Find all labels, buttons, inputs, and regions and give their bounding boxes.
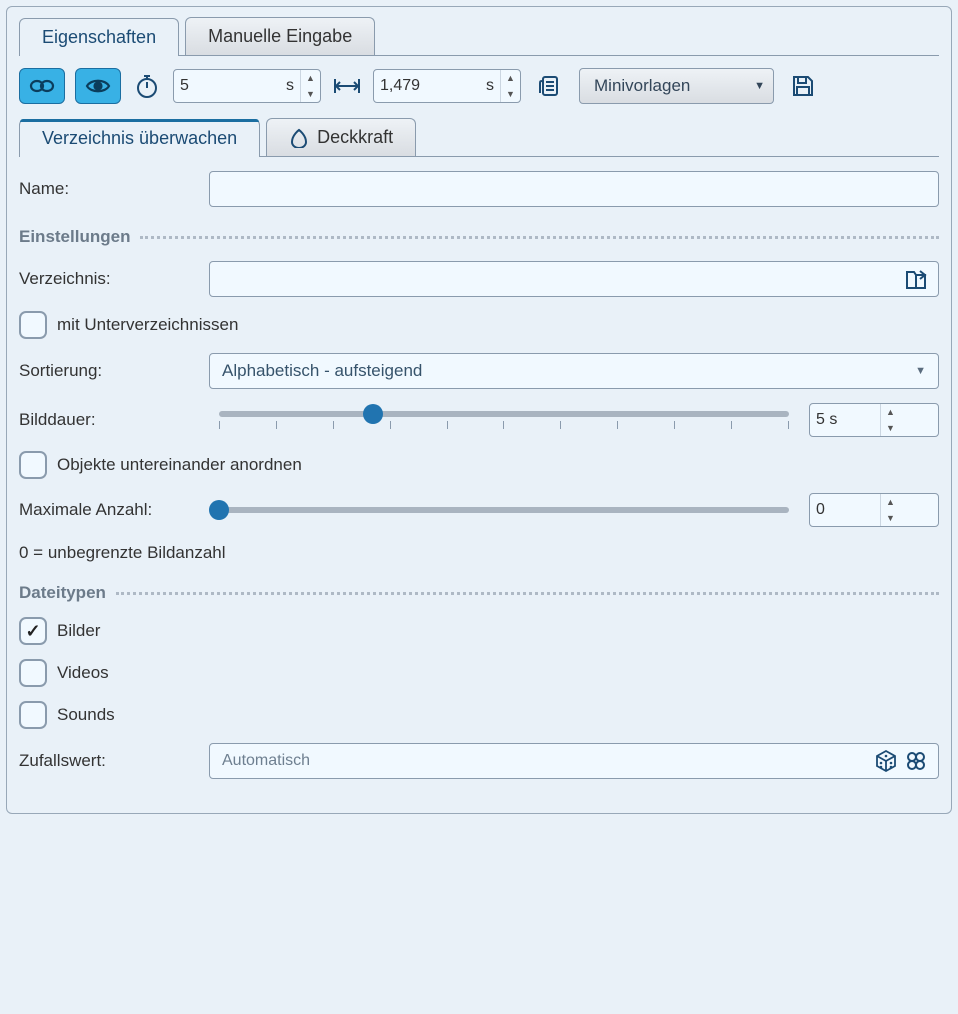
image-duration-slider[interactable] xyxy=(209,411,799,429)
section-settings: Einstellungen xyxy=(19,227,939,247)
save-icon xyxy=(790,73,816,99)
duration-step-up[interactable]: ▲ xyxy=(301,70,320,86)
main-tabbar: Eigenschaften Manuelle Eingabe xyxy=(19,17,939,56)
duration-spinner[interactable]: s ▲ ▼ xyxy=(173,69,321,103)
chevron-down-icon: ▼ xyxy=(915,365,926,377)
copy-list-icon xyxy=(537,73,563,99)
templates-label: Minivorlagen xyxy=(594,76,690,96)
filetype-images-row: Bilder xyxy=(19,617,939,645)
eye-icon xyxy=(85,77,111,95)
width-step-down[interactable]: ▼ xyxy=(501,86,520,102)
filetype-sounds-row: Sounds xyxy=(19,701,939,729)
dice-icon xyxy=(874,749,898,773)
sorting-select[interactable]: Alphabetisch - aufsteigend ▼ xyxy=(209,353,939,389)
name-row: Name: xyxy=(19,171,939,207)
filetype-videos-checkbox[interactable] xyxy=(19,659,47,687)
sorting-label: Sortierung: xyxy=(19,361,199,381)
arrange-below-checkbox[interactable] xyxy=(19,451,47,479)
duration-step-down[interactable]: ▼ xyxy=(301,86,320,102)
clover-icon xyxy=(904,749,928,773)
arrange-below-label: Objekte untereinander anordnen xyxy=(57,455,302,475)
image-duration-step-up[interactable]: ▲ xyxy=(881,404,900,420)
random-input[interactable] xyxy=(220,751,868,771)
with-subdirs-row: mit Unterverzeichnissen xyxy=(19,311,939,339)
directory-input[interactable] xyxy=(220,269,898,289)
stopwatch-icon xyxy=(131,70,163,102)
duration-unit: s xyxy=(274,77,300,95)
max-count-input[interactable] xyxy=(810,494,880,526)
link-toggle-button[interactable] xyxy=(19,68,65,104)
width-spinner[interactable]: s ▲ ▼ xyxy=(373,69,521,103)
templates-dropdown[interactable]: Minivorlagen ▼ xyxy=(579,68,774,104)
width-icon xyxy=(331,70,363,102)
tab-watch-directory-label: Verzeichnis überwachen xyxy=(42,128,237,149)
width-unit: s xyxy=(474,77,500,95)
tab-properties-label: Eigenschaften xyxy=(42,27,156,48)
random-dice-button[interactable] xyxy=(874,749,898,773)
link-icon xyxy=(29,77,55,95)
section-filetypes: Dateitypen xyxy=(19,583,939,603)
section-settings-label: Einstellungen xyxy=(19,227,130,247)
sorting-value: Alphabetisch - aufsteigend xyxy=(222,361,422,381)
directory-label: Verzeichnis: xyxy=(19,269,199,289)
divider xyxy=(116,592,939,595)
random-row: Zufallswert: xyxy=(19,743,939,779)
max-count-row: Maximale Anzahl: ▲ ▼ xyxy=(19,493,939,527)
duration-input[interactable] xyxy=(174,70,274,102)
copy-attributes-button[interactable] xyxy=(531,68,569,104)
divider xyxy=(140,236,939,239)
chevron-down-icon: ▼ xyxy=(754,80,765,92)
width-step-up[interactable]: ▲ xyxy=(501,70,520,86)
max-count-spinner[interactable]: ▲ ▼ xyxy=(809,493,939,527)
folder-open-icon xyxy=(904,267,928,291)
toolbar: s ▲ ▼ s ▲ ▼ Minivorlagen ▼ xyxy=(19,68,939,104)
unlimited-note: 0 = unbegrenzte Bildanzahl xyxy=(19,543,939,563)
with-subdirs-label: mit Unterverzeichnissen xyxy=(57,315,238,335)
sub-tabbar: Verzeichnis überwachen Deckkraft xyxy=(19,118,939,157)
browse-directory-button[interactable] xyxy=(904,267,928,291)
arrange-below-row: Objekte untereinander anordnen xyxy=(19,451,939,479)
opacity-icon xyxy=(289,128,309,148)
tab-properties[interactable]: Eigenschaften xyxy=(19,18,179,56)
tab-opacity-label: Deckkraft xyxy=(317,127,393,148)
name-input[interactable] xyxy=(220,179,928,199)
section-filetypes-label: Dateitypen xyxy=(19,583,106,603)
image-duration-row: Bilddauer: ▲ ▼ xyxy=(19,403,939,437)
filetype-videos-row: Videos xyxy=(19,659,939,687)
filetype-videos-label: Videos xyxy=(57,663,109,683)
name-field-wrap xyxy=(209,171,939,207)
max-count-step-down[interactable]: ▼ xyxy=(881,510,900,526)
preview-toggle-button[interactable] xyxy=(75,68,121,104)
random-clover-button[interactable] xyxy=(904,749,928,773)
filetype-images-label: Bilder xyxy=(57,621,100,641)
directory-row: Verzeichnis: xyxy=(19,261,939,297)
tab-manual-input-label: Manuelle Eingabe xyxy=(208,26,352,47)
properties-panel: Eigenschaften Manuelle Eingabe s ▲ ▼ xyxy=(6,6,952,814)
save-button[interactable] xyxy=(784,68,822,104)
directory-field-wrap xyxy=(209,261,939,297)
random-label: Zufallswert: xyxy=(19,751,199,771)
with-subdirs-checkbox[interactable] xyxy=(19,311,47,339)
filetype-sounds-checkbox[interactable] xyxy=(19,701,47,729)
image-duration-input[interactable] xyxy=(810,404,880,436)
name-label: Name: xyxy=(19,179,199,199)
filetype-sounds-label: Sounds xyxy=(57,705,115,725)
max-count-slider[interactable] xyxy=(209,507,799,513)
tab-opacity[interactable]: Deckkraft xyxy=(266,118,416,156)
filetype-images-checkbox[interactable] xyxy=(19,617,47,645)
tab-manual-input[interactable]: Manuelle Eingabe xyxy=(185,17,375,55)
max-count-label: Maximale Anzahl: xyxy=(19,500,199,520)
random-field-wrap xyxy=(209,743,939,779)
sorting-row: Sortierung: Alphabetisch - aufsteigend ▼ xyxy=(19,353,939,389)
image-duration-spinner[interactable]: ▲ ▼ xyxy=(809,403,939,437)
width-input[interactable] xyxy=(374,70,474,102)
image-duration-step-down[interactable]: ▼ xyxy=(881,420,900,436)
image-duration-label: Bilddauer: xyxy=(19,410,199,430)
max-count-step-up[interactable]: ▲ xyxy=(881,494,900,510)
tab-watch-directory[interactable]: Verzeichnis überwachen xyxy=(19,119,260,157)
